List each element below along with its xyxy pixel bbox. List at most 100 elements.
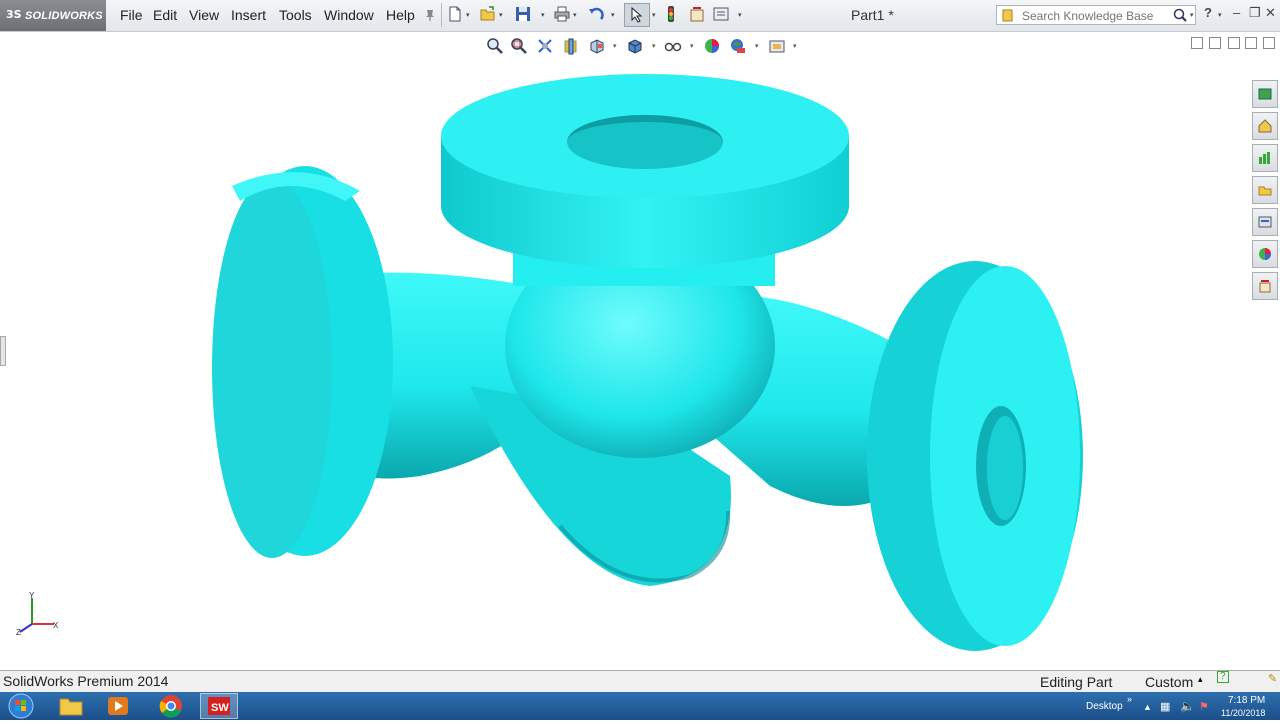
action-center-icon[interactable]: ⚑ xyxy=(1199,700,1209,713)
menu-edit[interactable]: Edit xyxy=(153,7,177,23)
solidworks-app-icon: SW xyxy=(208,697,230,715)
tray-overflow-icon[interactable]: ▲ xyxy=(1143,702,1152,712)
taskbar-solidworks[interactable]: SW xyxy=(200,693,238,719)
viewport-two-view-button[interactable] xyxy=(1209,37,1221,49)
select-icon xyxy=(631,6,643,23)
tray-time[interactable]: 7:18 PM xyxy=(1228,695,1265,706)
toolbar-divider xyxy=(441,3,442,27)
options-dropdown-icon[interactable]: ▾ xyxy=(738,11,742,19)
menu-tools[interactable]: Tools xyxy=(279,7,312,23)
viewport-four-view-button[interactable] xyxy=(1228,37,1240,49)
document-title: Part1 * xyxy=(851,7,894,23)
status-product: SolidWorks Premium 2014 xyxy=(3,673,169,689)
zoom-to-fit-icon[interactable] xyxy=(486,37,504,55)
task-pane-tab-view-palette[interactable] xyxy=(1252,176,1278,204)
minimize-icon[interactable]: – xyxy=(1233,5,1240,20)
file-properties-icon[interactable] xyxy=(688,5,706,23)
tray-date[interactable]: 11/20/2018 xyxy=(1221,708,1265,718)
rebuild-icon[interactable] xyxy=(662,5,680,23)
document-recovery-icon xyxy=(1259,280,1271,293)
print-dropdown-icon[interactable]: ▾ xyxy=(573,11,577,19)
media-player-icon xyxy=(108,697,128,715)
taskbar-media-player[interactable] xyxy=(100,693,138,719)
task-pane-tab-resources[interactable] xyxy=(1252,80,1278,108)
view-palette-icon xyxy=(1258,186,1272,196)
svg-text:SW: SW xyxy=(211,702,229,714)
viewport-restore-button[interactable] xyxy=(1245,37,1257,49)
close-icon[interactable]: ✕ xyxy=(1265,5,1276,21)
task-pane-tab-appearances[interactable] xyxy=(1252,208,1278,236)
volume-icon[interactable]: 🔈 xyxy=(1180,699,1195,713)
view-orientation-icon[interactable] xyxy=(588,37,606,55)
apply-scene-dropdown-icon[interactable]: ▾ xyxy=(755,42,759,50)
solidworks-logo[interactable]: 3S SOLIDWORKS xyxy=(0,0,106,31)
edit-appearance-icon[interactable] xyxy=(703,37,721,55)
appearances-scenes-icon xyxy=(1258,216,1272,228)
task-pane-tab-extra[interactable] xyxy=(1252,272,1278,300)
restore-icon[interactable]: ❐ xyxy=(1249,5,1261,21)
apply-scene-icon[interactable] xyxy=(729,37,747,55)
menu-window[interactable]: Window xyxy=(324,7,374,23)
search-icon[interactable] xyxy=(1173,8,1187,22)
units-dropdown-icon[interactable]: ▴ xyxy=(1198,674,1203,685)
view-settings-icon[interactable] xyxy=(768,37,786,55)
triad-y-label: Y xyxy=(29,591,35,600)
undo-dropdown-icon[interactable]: ▾ xyxy=(611,11,615,19)
triad-z-label: Z xyxy=(16,628,21,637)
menu-insert[interactable]: Insert xyxy=(231,7,266,23)
open-icon[interactable] xyxy=(479,5,497,23)
tray-desktop-label[interactable]: Desktop xyxy=(1086,701,1123,712)
menu-file[interactable]: File xyxy=(120,7,143,23)
folder-icon xyxy=(59,698,83,716)
graphics-area[interactable] xyxy=(0,56,1250,670)
search-box[interactable] xyxy=(996,5,1196,25)
triad-x-label: X xyxy=(53,621,59,630)
hide-show-dropdown-icon[interactable]: ▾ xyxy=(690,42,694,50)
help-icon[interactable]: ? xyxy=(1204,5,1212,20)
select-button[interactable] xyxy=(624,3,650,27)
pin-icon[interactable] xyxy=(424,8,436,22)
options-icon[interactable] xyxy=(712,5,730,23)
task-pane-tab-design-library[interactable] xyxy=(1252,112,1278,140)
menu-view[interactable]: View xyxy=(189,7,219,23)
display-style-dropdown-icon[interactable]: ▾ xyxy=(652,42,656,50)
viewport-single-button[interactable] xyxy=(1191,37,1203,49)
new-document-icon[interactable] xyxy=(446,5,464,23)
save-dropdown-icon[interactable]: ▾ xyxy=(541,11,545,19)
status-units[interactable]: Custom xyxy=(1145,674,1193,690)
taskbar-explorer[interactable] xyxy=(52,693,90,719)
search-input[interactable] xyxy=(1022,8,1167,23)
coordinate-triad xyxy=(19,598,54,633)
network-icon[interactable]: ▦ xyxy=(1160,700,1170,713)
save-icon[interactable] xyxy=(514,5,532,23)
view-settings-dropdown-icon[interactable]: ▾ xyxy=(793,42,797,50)
status-help-icon[interactable]: ? xyxy=(1217,671,1229,683)
brand-text: SOLIDWORKS xyxy=(25,10,103,22)
display-style-icon[interactable] xyxy=(626,37,644,55)
design-library-icon xyxy=(1258,119,1272,133)
help-dropdown-icon[interactable]: ▾ xyxy=(1218,11,1222,19)
menu-help[interactable]: Help xyxy=(386,7,415,23)
start-button-icon[interactable] xyxy=(3,693,39,719)
viewport-close-button[interactable] xyxy=(1263,37,1275,49)
taskbar-chrome[interactable] xyxy=(152,693,190,719)
ds-logo-mark: 3S xyxy=(6,8,22,21)
status-pin-icon[interactable]: ✎ xyxy=(1268,672,1277,685)
right-bore-inner xyxy=(987,416,1023,520)
select-dropdown-icon[interactable]: ▾ xyxy=(652,11,656,19)
search-book-icon xyxy=(1002,9,1013,22)
new-dropdown-icon[interactable]: ▾ xyxy=(466,11,470,19)
zoom-to-area-icon[interactable] xyxy=(510,37,528,55)
search-dropdown-icon[interactable]: ▾ xyxy=(1190,11,1194,19)
task-pane-tab-file-explorer[interactable] xyxy=(1252,144,1278,172)
file-explorer-icon xyxy=(1259,152,1270,164)
section-view-icon[interactable] xyxy=(562,37,580,55)
print-icon[interactable] xyxy=(553,5,571,23)
view-orientation-dropdown-icon[interactable]: ▾ xyxy=(613,42,617,50)
hide-show-items-icon[interactable] xyxy=(664,37,682,55)
task-pane-tab-custom-properties[interactable] xyxy=(1252,240,1278,268)
undo-icon[interactable] xyxy=(587,5,605,23)
previous-view-icon[interactable] xyxy=(536,37,554,55)
open-dropdown-icon[interactable]: ▾ xyxy=(499,11,503,19)
tray-expand-icon[interactable]: » xyxy=(1127,694,1132,704)
